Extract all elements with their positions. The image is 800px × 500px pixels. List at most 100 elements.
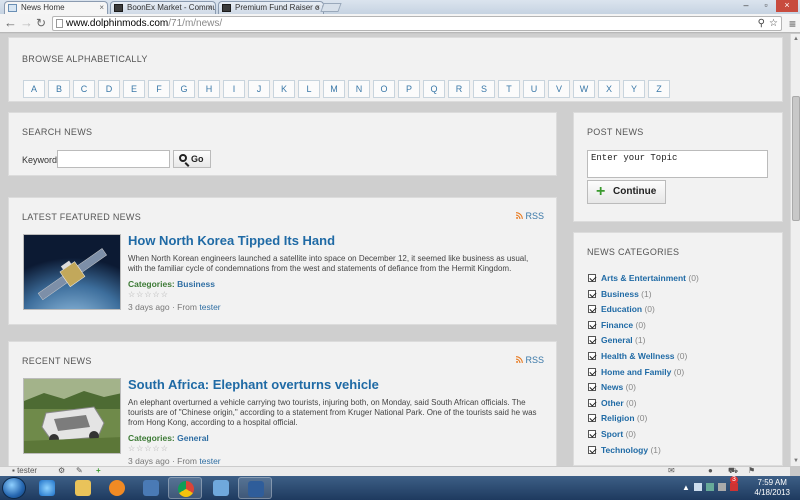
forward-button[interactable]: →	[20, 16, 33, 30]
category-item[interactable]: Finance (0)	[588, 319, 699, 335]
category-link[interactable]: General	[177, 433, 209, 443]
category-name[interactable]: Other	[601, 398, 624, 408]
star-icon[interactable]: ☆	[769, 17, 778, 30]
minimize-button[interactable]: –	[736, 0, 756, 12]
category-name[interactable]: Arts & Entertainment	[601, 273, 686, 283]
back-button[interactable]: ←	[4, 16, 17, 30]
category-name[interactable]: Religion	[601, 413, 635, 423]
category-name[interactable]: Sport	[601, 429, 623, 439]
user-icon[interactable]: ●	[708, 466, 713, 475]
letter-button-u[interactable]: U	[523, 80, 545, 98]
volume-icon[interactable]	[718, 483, 726, 491]
close-window-button[interactable]: ×	[776, 0, 798, 12]
checkbox-icon[interactable]	[588, 336, 596, 345]
category-item[interactable]: Sport (0)	[588, 428, 699, 444]
checkbox-icon[interactable]	[588, 383, 596, 392]
category-item[interactable]: Other (0)	[588, 397, 699, 413]
category-name[interactable]: General	[601, 335, 633, 345]
close-tab-icon[interactable]: ×	[207, 2, 212, 14]
elephant-vehicle-thumbnail[interactable]	[23, 378, 121, 454]
member-menu[interactable]: ▪ tester	[12, 466, 37, 475]
settings-gear-icon[interactable]: ⚙	[58, 466, 65, 475]
letter-button-y[interactable]: Y	[623, 80, 645, 98]
taskbar-chrome[interactable]	[168, 477, 202, 499]
letter-button-c[interactable]: C	[73, 80, 95, 98]
rating-stars[interactable]: ☆☆☆☆☆	[128, 290, 169, 299]
tab-news-home[interactable]: News Home ×	[4, 1, 108, 14]
wrench-menu-icon[interactable]: ≡	[789, 17, 796, 31]
continue-button[interactable]: + Continue	[587, 180, 666, 204]
letter-button-b[interactable]: B	[48, 80, 70, 98]
scroll-down-arrow-icon[interactable]: ▼	[793, 458, 799, 464]
letter-button-g[interactable]: G	[173, 80, 195, 98]
category-item[interactable]: Education (0)	[588, 303, 699, 319]
category-item[interactable]: Arts & Entertainment (0)	[588, 272, 699, 288]
checkbox-icon[interactable]	[588, 398, 596, 407]
add-plus-icon[interactable]: +	[96, 466, 101, 475]
network-icon[interactable]	[706, 483, 714, 491]
letter-button-f[interactable]: F	[148, 80, 170, 98]
letter-button-i[interactable]: I	[223, 80, 245, 98]
checkbox-icon[interactable]	[588, 320, 596, 329]
alert-icon[interactable]	[730, 483, 738, 491]
category-item[interactable]: Business (1)	[588, 288, 699, 304]
checkbox-icon[interactable]	[588, 429, 596, 438]
checkbox-icon[interactable]	[588, 305, 596, 314]
letter-button-a[interactable]: A	[23, 80, 45, 98]
featured-rss-link[interactable]: RSS	[516, 211, 544, 221]
category-item[interactable]: Religion (0)	[588, 412, 699, 428]
cart-icon[interactable]: ⛟	[728, 466, 738, 476]
scrollbar-thumb[interactable]	[792, 96, 800, 221]
letter-button-o[interactable]: O	[373, 80, 395, 98]
checkbox-icon[interactable]	[588, 351, 596, 360]
recent-rss-link[interactable]: RSS	[516, 355, 544, 365]
reload-button[interactable]: ↻	[36, 16, 46, 30]
rating-stars[interactable]: ☆☆☆☆☆	[128, 444, 169, 453]
letter-button-s[interactable]: S	[473, 80, 495, 98]
letter-button-m[interactable]: M	[323, 80, 345, 98]
letter-button-d[interactable]: D	[98, 80, 120, 98]
tray-app-icon[interactable]	[694, 483, 702, 491]
letter-button-p[interactable]: P	[398, 80, 420, 98]
letter-button-v[interactable]: V	[548, 80, 570, 98]
topic-input[interactable]: Enter your Topic	[587, 150, 768, 178]
letter-button-n[interactable]: N	[348, 80, 370, 98]
page-scrollbar[interactable]: ▲ ▼	[790, 34, 800, 466]
taskbar-ie-alt[interactable]	[204, 477, 238, 499]
taskbar-internet-explorer[interactable]	[30, 477, 64, 499]
letter-button-q[interactable]: Q	[423, 80, 445, 98]
edit-icon[interactable]: ✎	[76, 466, 83, 475]
taskbar-remote[interactable]	[238, 477, 272, 499]
clock[interactable]: 7:59 AM 4/18/2013	[754, 478, 790, 498]
new-tab-button[interactable]	[320, 3, 342, 12]
letter-button-t[interactable]: T	[498, 80, 520, 98]
category-item[interactable]: News (0)	[588, 381, 699, 397]
letter-button-x[interactable]: X	[598, 80, 620, 98]
magnifier-icon[interactable]: ⚲	[758, 17, 765, 30]
tab-boonex-market[interactable]: BoonEx Market - Commu... ×	[110, 1, 216, 14]
category-name[interactable]: Business	[601, 289, 639, 299]
letter-button-k[interactable]: K	[273, 80, 295, 98]
letter-button-j[interactable]: J	[248, 80, 270, 98]
author-link[interactable]: tester	[199, 456, 220, 466]
tray-expand-icon[interactable]: ▲	[682, 483, 690, 492]
close-tab-icon[interactable]: ×	[315, 2, 320, 14]
category-name[interactable]: Technology	[601, 445, 648, 455]
author-link[interactable]: tester	[199, 302, 220, 312]
category-item[interactable]: Health & Wellness (0)	[588, 350, 699, 366]
category-name[interactable]: Home and Family	[601, 367, 671, 377]
tab-premium-fund-raiser[interactable]: Premium Fund Raiser o m... ×	[218, 1, 324, 14]
checkbox-icon[interactable]	[588, 414, 596, 423]
category-item[interactable]: Technology (1)	[588, 444, 699, 460]
category-item[interactable]: General (1)	[588, 334, 699, 350]
notifications-icon[interactable]: ⚑	[748, 466, 755, 475]
maximize-button[interactable]: ▫	[756, 0, 776, 12]
letter-button-r[interactable]: R	[448, 80, 470, 98]
category-name[interactable]: News	[601, 382, 623, 392]
taskbar-media-player[interactable]	[100, 477, 134, 499]
category-name[interactable]: Finance	[601, 320, 633, 330]
recent-headline[interactable]: South Africa: Elephant overturns vehicle	[128, 377, 379, 392]
checkbox-icon[interactable]	[588, 289, 596, 298]
featured-headline[interactable]: How North Korea Tipped Its Hand	[128, 233, 335, 248]
mail-icon[interactable]: ✉	[668, 466, 675, 475]
